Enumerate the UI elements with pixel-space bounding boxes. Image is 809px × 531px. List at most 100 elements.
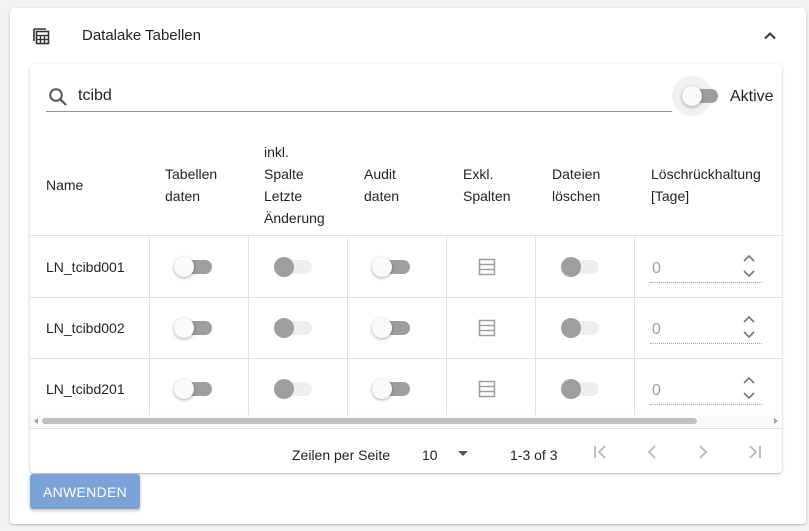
column-divider: [446, 298, 447, 359]
letzte-aenderung-switch[interactable]: [274, 318, 314, 338]
chevron-up-icon[interactable]: [740, 373, 758, 387]
switch-thumb: [174, 379, 194, 399]
dateien-loeschen-switch[interactable]: [561, 257, 601, 277]
header-dateien-loeschen: Dateien löschen: [552, 163, 600, 207]
switch-thumb: [274, 318, 294, 338]
search-input[interactable]: [78, 84, 668, 108]
column-divider: [634, 237, 635, 298]
header-line: daten: [165, 188, 201, 204]
active-toggle[interactable]: [672, 76, 720, 116]
panel-title: Datalake Tabellen: [82, 27, 201, 44]
header-exkl-spalten: Exkl. Spalten: [463, 163, 510, 207]
header-line: löschen: [552, 188, 601, 204]
toggle-thumb: [682, 86, 702, 106]
scrollbar-thumb[interactable]: [42, 418, 697, 424]
search-field[interactable]: [46, 82, 672, 112]
scroll-left-arrow-icon[interactable]: [32, 417, 40, 425]
switch-thumb: [174, 318, 194, 338]
header-line: inkl.: [264, 144, 289, 160]
retention-days-field[interactable]: [650, 373, 762, 405]
switch-thumb: [372, 379, 392, 399]
switch-thumb: [561, 257, 581, 277]
header-spalte-letzte-aenderung: inkl. Spalte Letzte Änderung: [264, 141, 325, 229]
header-line: Löschrückhaltung: [651, 166, 761, 182]
header-audit-daten: Audit daten: [364, 163, 399, 207]
retention-days-field[interactable]: [650, 312, 762, 344]
row-name: LN_tcibd001: [46, 259, 125, 275]
column-divider: [149, 298, 150, 359]
header-name: Name: [46, 177, 84, 193]
column-divider: [446, 237, 447, 298]
audit-daten-switch[interactable]: [372, 379, 412, 399]
horizontal-scrollbar[interactable]: [30, 415, 782, 427]
switch-thumb: [274, 257, 294, 277]
header-line: Audit: [364, 166, 396, 182]
page-range: 1-3 of 3: [510, 447, 558, 463]
switch-thumb: [561, 379, 581, 399]
rows-per-page-value: 10: [422, 447, 438, 463]
column-divider: [347, 359, 348, 420]
chevron-down-icon[interactable]: [740, 267, 758, 281]
rows-per-page-label: Zeilen per Seite: [292, 447, 391, 463]
first-page-icon[interactable]: [588, 440, 612, 464]
header-line: Letzte: [264, 188, 303, 204]
caret-down-icon: [458, 451, 468, 456]
column-divider: [535, 237, 536, 298]
chevron-down-icon[interactable]: [740, 389, 758, 403]
letzte-aenderung-switch[interactable]: [274, 257, 314, 277]
table-grid-icon: [33, 28, 50, 45]
search-icon: [49, 88, 67, 106]
retention-days-field[interactable]: [650, 251, 762, 283]
chevron-up-icon[interactable]: [740, 251, 758, 265]
header-line: Spalten: [463, 188, 511, 204]
apply-button[interactable]: ANWENDEN: [30, 474, 140, 509]
table-row: LN_tcibd001: [30, 237, 782, 298]
chevron-up-icon[interactable]: [740, 312, 758, 326]
column-divider: [634, 298, 635, 359]
panel-header[interactable]: Datalake Tabellen: [10, 8, 806, 64]
last-page-icon[interactable]: [743, 440, 767, 464]
letzte-aenderung-switch[interactable]: [274, 379, 314, 399]
column-divider: [634, 359, 635, 420]
row-name: LN_tcibd002: [46, 320, 125, 336]
rows-per-page-select[interactable]: 10: [422, 441, 480, 465]
column-divider: [446, 359, 447, 420]
dateien-loeschen-switch[interactable]: [561, 318, 601, 338]
column-divider: [248, 298, 249, 359]
tabellen-daten-switch[interactable]: [174, 318, 214, 338]
scroll-right-arrow-icon[interactable]: [772, 417, 780, 425]
chevron-down-icon[interactable]: [740, 328, 758, 342]
next-page-icon[interactable]: [691, 440, 715, 464]
switch-thumb: [372, 257, 392, 277]
header-line: Exkl.: [463, 166, 494, 182]
column-divider: [149, 237, 150, 298]
column-divider: [248, 359, 249, 420]
dateien-loeschen-switch[interactable]: [561, 379, 601, 399]
row-name: LN_tcibd201: [46, 381, 125, 397]
column-list-icon[interactable]: [477, 379, 497, 399]
active-label: Aktive: [730, 88, 774, 105]
tabellen-daten-switch[interactable]: [174, 257, 214, 277]
retention-days-input[interactable]: [652, 259, 732, 279]
switch-thumb: [274, 379, 294, 399]
column-divider: [535, 359, 536, 420]
header-line: [Tage]: [651, 188, 690, 204]
tabellen-daten-switch[interactable]: [174, 379, 214, 399]
switch-thumb: [174, 257, 194, 277]
audit-daten-switch[interactable]: [372, 318, 412, 338]
column-list-icon[interactable]: [477, 257, 497, 277]
column-divider: [347, 298, 348, 359]
retention-days-input[interactable]: [652, 320, 732, 340]
datalake-tables-panel: Datalake Tabellen Aktive Name Tabellen d…: [10, 8, 806, 524]
table-row: LN_tcibd002: [30, 298, 782, 359]
chevron-up-icon[interactable]: [758, 24, 782, 48]
column-divider: [149, 359, 150, 420]
audit-daten-switch[interactable]: [372, 257, 412, 277]
table-row: LN_tcibd201: [30, 359, 782, 420]
header-loeschrueckhaltung: Löschrückhaltung [Tage]: [651, 163, 761, 207]
retention-days-input[interactable]: [652, 381, 732, 401]
header-tabellen-daten: Tabellen daten: [165, 163, 217, 207]
header-line: Änderung: [264, 210, 325, 226]
column-list-icon[interactable]: [477, 318, 497, 338]
previous-page-icon[interactable]: [640, 440, 664, 464]
